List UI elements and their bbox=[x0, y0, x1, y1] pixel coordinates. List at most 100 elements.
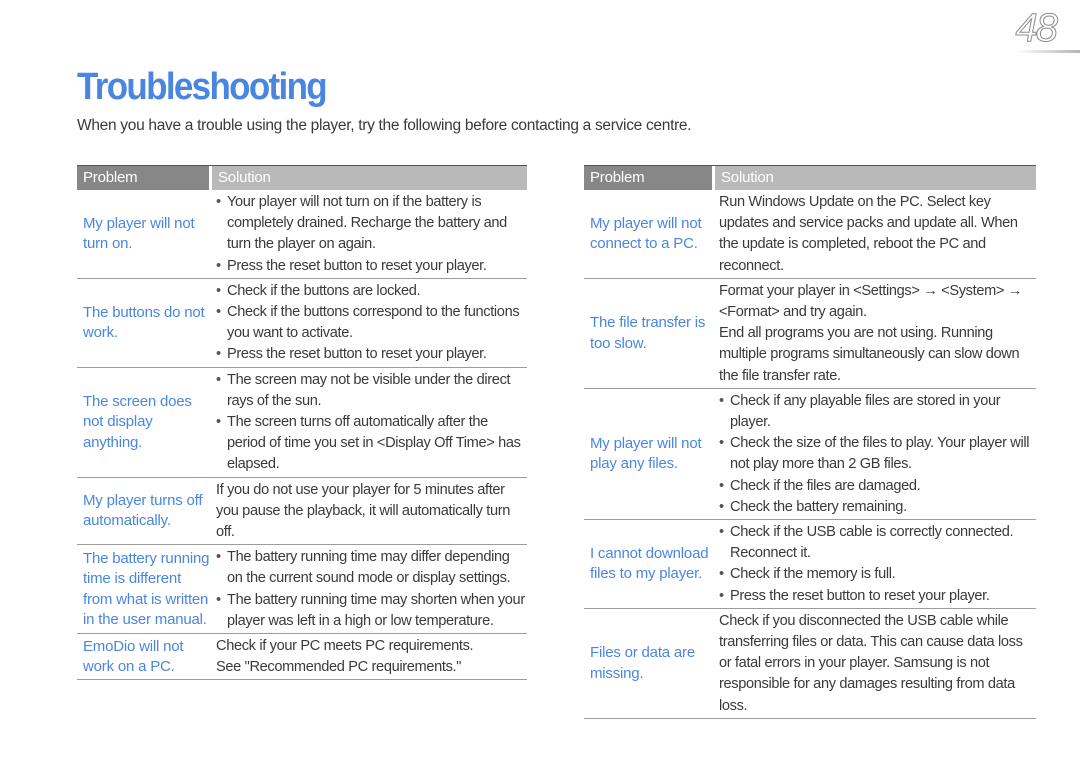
solution-bullet-item: • Check if the buttons are locked. bbox=[216, 281, 527, 302]
solution-text: Your player will not turn on if the batt… bbox=[227, 194, 507, 253]
page-title: Troubleshooting bbox=[77, 66, 328, 108]
solution-bullet-item: • Press the reset button to reset your pl… bbox=[719, 586, 1036, 607]
table-row: Files or data are missing. Check if you d… bbox=[584, 609, 1036, 719]
solution-cell: • The battery running time may differ dep… bbox=[212, 547, 527, 632]
table-row: I cannot download files to my player. • Ch… bbox=[584, 520, 1036, 609]
solution-text: Check if you disconnected the USB cable … bbox=[719, 612, 1023, 714]
bullet-icon: • bbox=[216, 304, 221, 321]
troubleshooting-table-left: Problem Solution My player will not turn… bbox=[77, 165, 527, 681]
table-row: The buttons do not work. • Check if the bu… bbox=[77, 279, 527, 368]
bullet-icon: • bbox=[719, 524, 724, 541]
table-row: The file transfer is too slow. Format you… bbox=[584, 279, 1036, 389]
solution-text: Check if the buttons are locked. bbox=[227, 282, 421, 299]
bullet-icon: • bbox=[216, 591, 221, 608]
solution-cell: If you do not use your player for 5 minu… bbox=[212, 480, 527, 544]
bullet-icon: • bbox=[719, 498, 724, 515]
bullet-icon: • bbox=[719, 435, 724, 452]
solution-bullet-item: • Press the reset button to reset your pl… bbox=[216, 344, 527, 365]
solution-text: The battery running time may shorten whe… bbox=[227, 591, 525, 629]
solution-cell: • Check if any playable files are stored … bbox=[715, 391, 1036, 518]
solution-bullet-item: • Check if the USB cable is correctly con… bbox=[719, 522, 1036, 564]
problem-cell: Files or data are missing. bbox=[584, 611, 715, 717]
problem-cell: The buttons do not work. bbox=[77, 281, 212, 366]
problem-text: The file transfer is too slow. bbox=[590, 314, 706, 352]
intro-text: When you have a trouble using the player… bbox=[77, 117, 692, 134]
problem-text: My player will not play any files. bbox=[590, 434, 702, 473]
solution-cell: Run Windows Update on the PC. Select key… bbox=[715, 192, 1036, 277]
solution-text: Check if the files are damaged. bbox=[730, 477, 921, 494]
table-body: My player will not connect to a PC. Run W… bbox=[584, 190, 1036, 719]
page-number: 48 bbox=[1015, 6, 1058, 51]
bullet-icon: • bbox=[216, 549, 221, 566]
solution-text: Check if the buttons correspond to the f… bbox=[227, 304, 520, 342]
solution-text: Check if your PC meets PC requirements. bbox=[216, 638, 474, 655]
bullet-icon: • bbox=[216, 194, 221, 210]
solution-text: The screen turns off automatically after… bbox=[227, 414, 521, 473]
solution-text: Run Windows Update on the PC. Select key… bbox=[719, 194, 1018, 274]
solution-bullet-item: • Press the reset button to reset your pl… bbox=[216, 256, 527, 277]
solution-text: Check the size of the files to play. You… bbox=[730, 435, 1030, 473]
solution-bullet-item: • The battery running time may shorten wh… bbox=[216, 590, 527, 632]
solution-text: Format your player in <Settings> → <Syst… bbox=[719, 282, 1023, 321]
header-problem: Problem bbox=[584, 166, 712, 190]
solution-bullet-item: • The battery running time may differ dep… bbox=[216, 547, 527, 589]
problem-cell: The battery running time is different fr… bbox=[77, 547, 212, 632]
table-row: The screen does not display anything. • Th… bbox=[77, 368, 527, 478]
solution-text: If you do not use your player for 5 minu… bbox=[216, 481, 510, 541]
table-row: My player turns off automatically. If you… bbox=[77, 478, 527, 546]
solution-cell: • Check if the USB cable is correctly con… bbox=[715, 522, 1036, 607]
problem-cell: The file transfer is too slow. bbox=[584, 281, 715, 387]
problem-cell: My player will not turn on. bbox=[77, 192, 212, 277]
solution-text: Check if the memory is full. bbox=[730, 566, 896, 583]
bullet-icon: • bbox=[216, 414, 221, 431]
page-number-rule bbox=[1016, 50, 1080, 53]
solution-bullet-item: • Check the battery remaining. bbox=[719, 497, 1036, 518]
solution-bullet-item: • Check if any playable files are stored … bbox=[719, 391, 1036, 433]
solution-text: End all programs you are not using. Runn… bbox=[719, 325, 1020, 384]
problem-cell: I cannot download files to my player. bbox=[584, 522, 715, 607]
table-row: My player will not turn on. • Your player … bbox=[77, 190, 527, 279]
bullet-icon: • bbox=[719, 587, 724, 604]
solution-text: See "Recommended PC requirements." bbox=[216, 659, 462, 676]
solution-text: Press the reset button to reset your pla… bbox=[227, 257, 487, 274]
header-problem: Problem bbox=[77, 166, 209, 190]
problem-text: My player turns off automatically. bbox=[83, 491, 203, 530]
problem-text: EmoDio will not work on a PC. bbox=[83, 637, 184, 676]
solution-cell: Check if you disconnected the USB cable … bbox=[715, 611, 1036, 717]
problem-cell: My player turns off automatically. bbox=[77, 480, 212, 544]
solution-bullet-item: • Check if the buttons correspond to the … bbox=[216, 302, 527, 344]
problem-text: The battery running time is different fr… bbox=[83, 549, 210, 629]
header-solution: Solution bbox=[715, 166, 1036, 190]
problem-text: My player will not connect to a PC. bbox=[590, 214, 702, 253]
bullet-icon: • bbox=[216, 257, 221, 274]
solution-bullet-item: • Check if the memory is full. bbox=[719, 564, 1036, 585]
solution-cell: • Your player will not turn on if the bat… bbox=[212, 192, 527, 277]
problem-text: I cannot download files to my player. bbox=[590, 544, 709, 583]
solution-bullet-item: • Your player will not turn on if the bat… bbox=[216, 192, 527, 256]
solution-bullet-item: • Check if the files are damaged. bbox=[719, 476, 1036, 497]
problem-text: The screen does not display anything. bbox=[83, 392, 192, 451]
solution-text: Check if the USB cable is correctly conn… bbox=[730, 524, 1014, 562]
bullet-icon: • bbox=[216, 282, 221, 299]
solution-bullet-item: • The screen may not be visible under the… bbox=[216, 370, 527, 412]
bullet-icon: • bbox=[216, 346, 221, 363]
solution-cell: Format your player in <Settings> → <Syst… bbox=[715, 281, 1036, 387]
header-solution: Solution bbox=[212, 166, 527, 190]
table-row: The battery running time is different fr… bbox=[77, 545, 527, 635]
problem-text: My player will not turn on. bbox=[83, 214, 195, 253]
bullet-icon: • bbox=[719, 566, 724, 583]
solution-cell: • Check if the buttons are locked. • Check … bbox=[212, 281, 527, 366]
solution-text: The screen may not be visible under the … bbox=[227, 371, 511, 409]
table-header: Problem Solution bbox=[584, 166, 1036, 190]
table-row: EmoDio will not work on a PC. Check if yo… bbox=[77, 634, 527, 681]
bullet-icon: • bbox=[719, 392, 724, 409]
table-body: My player will not turn on. • Your player … bbox=[77, 190, 527, 681]
solution-text: Press the reset button to reset your pla… bbox=[227, 346, 487, 363]
bullet-icon: • bbox=[216, 371, 221, 388]
solution-text: Press the reset button to reset your pla… bbox=[730, 587, 990, 604]
problem-cell: The screen does not display anything. bbox=[77, 370, 212, 476]
problem-cell: My player will not play any files. bbox=[584, 391, 715, 518]
solution-bullet-item: • The screen turns off automatically afte… bbox=[216, 412, 527, 476]
troubleshooting-table-right: Problem Solution My player will not conn… bbox=[584, 165, 1036, 719]
table-header: Problem Solution bbox=[77, 166, 527, 190]
